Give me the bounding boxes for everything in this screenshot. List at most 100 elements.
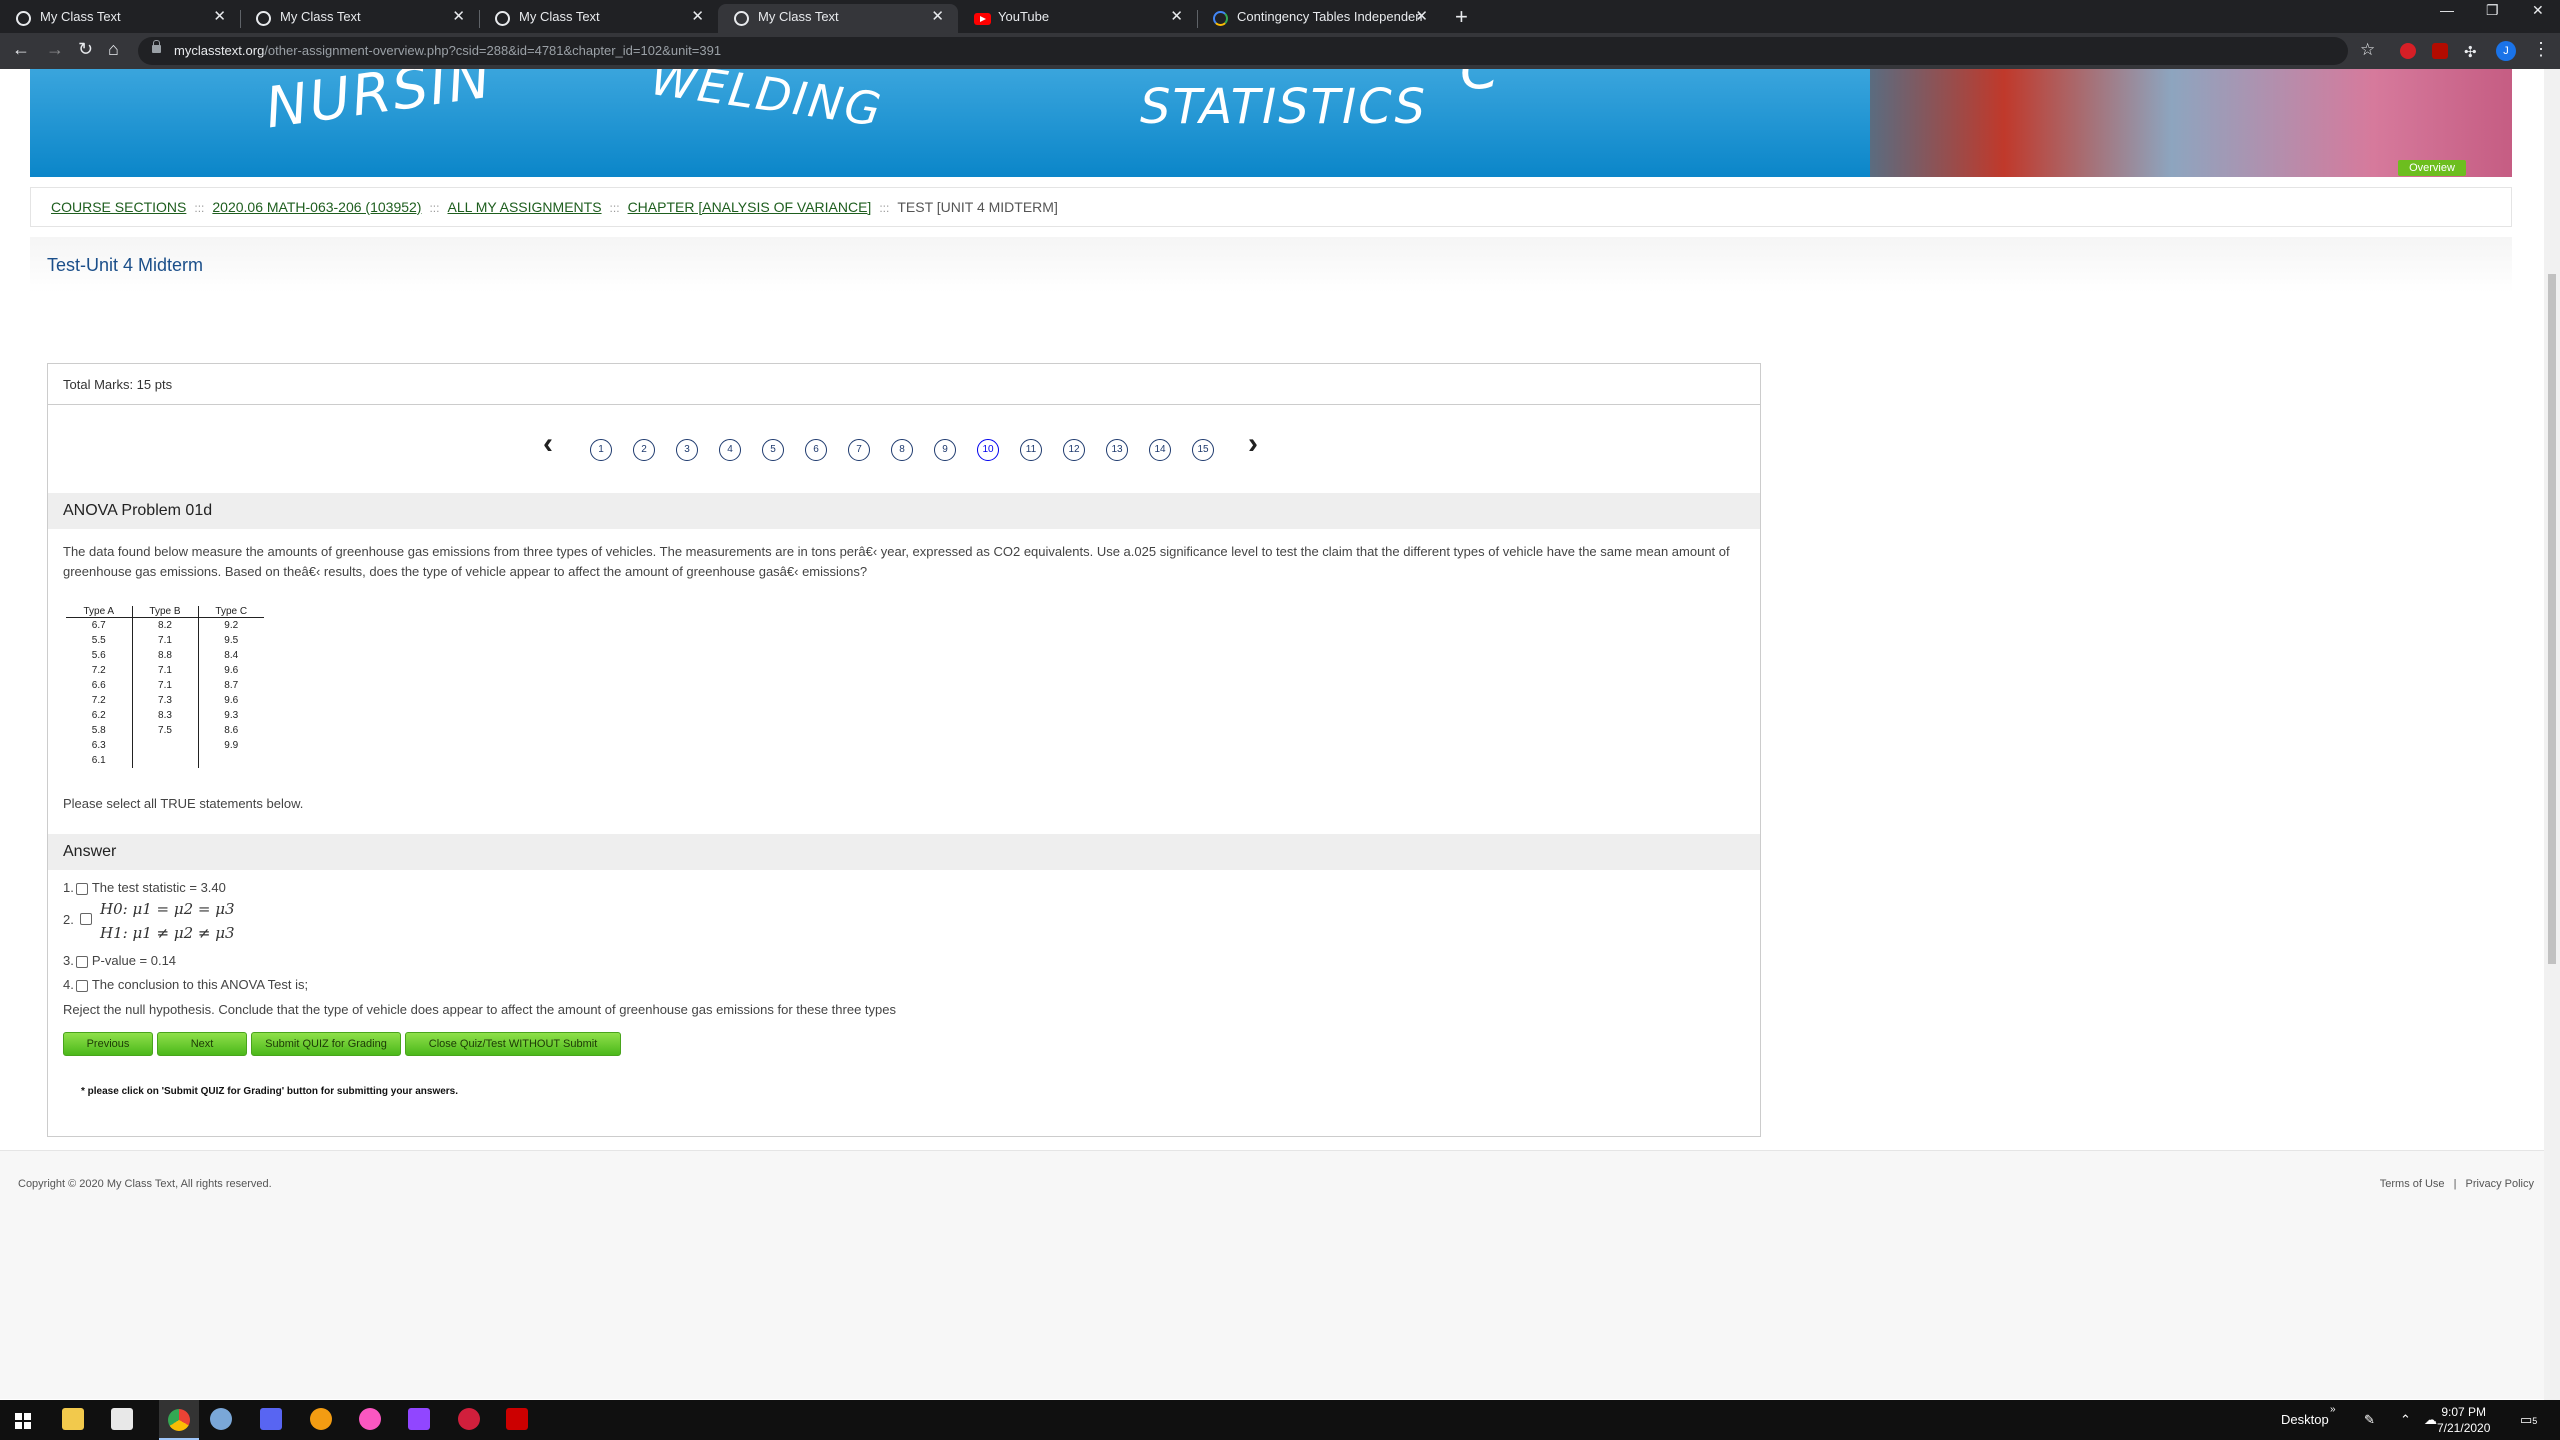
address-bar[interactable]: myclasstext.org/other-assignment-overvie… <box>138 37 2348 65</box>
breadcrumb-link[interactable]: 2020.06 MATH-063-206 (103952) <box>212 199 421 215</box>
table-cell: 6.2 <box>91 710 106 721</box>
close-icon[interactable]: ✕ <box>1170 4 1183 29</box>
submit-quiz-button[interactable]: Submit QUIZ for Grading <box>251 1032 401 1056</box>
question-number[interactable]: 7 <box>848 439 870 461</box>
browser-tab[interactable]: My Class Text ✕ <box>479 4 718 33</box>
scrollbar-thumb[interactable] <box>2548 274 2556 964</box>
option-checkbox[interactable] <box>75 882 88 895</box>
previous-button[interactable]: Previous <box>63 1032 153 1056</box>
puzzle-icon[interactable]: ✣ <box>2464 43 2480 61</box>
question-number[interactable]: 3 <box>676 439 698 461</box>
option-checkbox[interactable] <box>75 955 88 968</box>
browser-tab[interactable]: My Class Text ✕ <box>240 4 479 33</box>
bookmark-star-icon[interactable]: ☆ <box>2360 40 2375 60</box>
overview-button[interactable]: Overview <box>2398 160 2466 176</box>
app-icon[interactable] <box>506 1408 528 1430</box>
page-icon <box>16 11 31 26</box>
answer-option: 4. The conclusion to this ANOVA Test is; <box>63 977 309 992</box>
breadcrumb-link[interactable]: CHAPTER [ANALYSIS OF VARIANCE] <box>628 199 872 215</box>
page-title: Test-Unit 4 Midterm <box>47 255 204 275</box>
app-icon[interactable] <box>458 1408 480 1430</box>
url-text: myclasstext.org/other-assignment-overvie… <box>174 43 722 58</box>
new-tab-icon[interactable]: + <box>1455 4 1468 29</box>
null-hypothesis: H0: μ1 = μ2 = μ3 <box>100 900 235 918</box>
browser-tab[interactable]: YouTube ✕ <box>958 4 1197 33</box>
column-header: Type A <box>66 606 132 618</box>
minimize-icon[interactable]: — <box>2440 2 2454 18</box>
browser-tab[interactable]: Contingency Tables Independen ✕ <box>1197 4 1442 33</box>
windows-start-icon[interactable] <box>15 1413 31 1429</box>
reload-icon[interactable]: ↻ <box>78 39 93 60</box>
table-row: 6.3 9.9 <box>66 738 264 753</box>
close-icon[interactable]: ✕ <box>931 4 944 29</box>
close-icon[interactable]: ✕ <box>1415 4 1428 29</box>
chevron-up-icon[interactable]: ⌃ <box>2400 1412 2411 1428</box>
browser-tab[interactable]: My Class Text ✕ <box>0 4 240 33</box>
question-number[interactable]: 14 <box>1149 439 1171 461</box>
chevron-left-icon[interactable]: ‹ <box>543 427 553 461</box>
option-checkbox[interactable] <box>75 979 88 992</box>
instruction-text: Please select all TRUE statements below. <box>63 796 304 811</box>
back-icon[interactable]: ← <box>12 39 30 60</box>
extension-icon[interactable] <box>2400 43 2416 59</box>
question-number-current[interactable]: 10 <box>977 439 999 461</box>
question-number[interactable]: 2 <box>633 439 655 461</box>
more-menu-icon[interactable]: ⋮ <box>2532 39 2550 60</box>
chevron-right-icon[interactable]: › <box>1248 427 1258 461</box>
question-number[interactable]: 11 <box>1020 439 1042 461</box>
chevron-icon[interactable]: » <box>2330 1404 2336 1415</box>
answer-option: 1. The test statistic = 3.40 <box>63 880 226 895</box>
table-row: 7.2 7.1 9.6 <box>66 663 264 678</box>
terms-link[interactable]: Terms of Use <box>2380 1178 2445 1190</box>
twitch-icon[interactable] <box>408 1408 430 1430</box>
store-icon[interactable] <box>111 1408 133 1430</box>
privacy-link[interactable]: Privacy Policy <box>2466 1178 2534 1190</box>
table-cell: 7.5 <box>131 723 198 738</box>
forward-icon[interactable]: → <box>46 39 64 60</box>
question-number[interactable]: 12 <box>1063 439 1085 461</box>
taskbar-item-active[interactable] <box>159 1400 199 1440</box>
network-icon[interactable]: ☁ <box>2424 1412 2437 1428</box>
breadcrumb-link[interactable]: COURSE SECTIONS <box>51 199 186 215</box>
question-number[interactable]: 8 <box>891 439 913 461</box>
avatar[interactable]: J <box>2496 41 2516 61</box>
close-icon[interactable]: ✕ <box>452 4 465 29</box>
discord-icon[interactable] <box>260 1408 282 1430</box>
app-icon[interactable] <box>210 1408 232 1430</box>
page-scrollbar[interactable] <box>2544 69 2560 1400</box>
question-number[interactable]: 15 <box>1192 439 1214 461</box>
table-cell: 6.3 <box>91 740 106 751</box>
option-checkbox[interactable] <box>80 913 92 925</box>
question-number[interactable]: 9 <box>934 439 956 461</box>
question-number[interactable]: 6 <box>805 439 827 461</box>
home-icon[interactable]: ⌂ <box>108 39 119 60</box>
table-cell: 8.4 <box>197 648 264 663</box>
pdf-extension-icon[interactable] <box>2432 43 2448 59</box>
desktop-toolbar-label[interactable]: Desktop <box>2281 1412 2329 1427</box>
breadcrumb-current: TEST [UNIT 4 MIDTERM] <box>897 199 1058 215</box>
close-icon[interactable]: ✕ <box>213 4 226 29</box>
file-explorer-icon[interactable] <box>62 1408 84 1430</box>
tab-title: YouTube <box>998 9 1050 24</box>
restore-icon[interactable]: ❐ <box>2486 2 2499 19</box>
question-number[interactable]: 1 <box>590 439 612 461</box>
browser-tab-active[interactable]: My Class Text ✕ <box>718 4 958 33</box>
table-row: 5.6 8.8 8.4 <box>66 648 264 663</box>
question-number[interactable]: 4 <box>719 439 741 461</box>
music-icon[interactable] <box>359 1408 381 1430</box>
question-number[interactable]: 13 <box>1106 439 1128 461</box>
app-icon[interactable] <box>310 1408 332 1430</box>
question-number[interactable]: 5 <box>762 439 784 461</box>
conclusion-text: Reject the null hypothesis. Conclude tha… <box>63 1002 896 1017</box>
clock[interactable]: 9:07 PM 7/21/2020 <box>2437 1404 2490 1436</box>
window-close-icon[interactable]: ✕ <box>2532 2 2544 19</box>
close-quiz-button[interactable]: Close Quiz/Test WITHOUT Submit <box>405 1032 621 1056</box>
breadcrumb-link[interactable]: ALL MY ASSIGNMENTS <box>447 199 601 215</box>
pen-icon[interactable]: ✎ <box>2364 1412 2375 1428</box>
notification-icon[interactable]: ▭5 <box>2520 1412 2537 1428</box>
close-icon[interactable]: ✕ <box>691 4 704 29</box>
tab-title: Contingency Tables Independen <box>1237 9 1423 24</box>
table-cell: 7.2 <box>91 665 106 676</box>
next-button[interactable]: Next <box>157 1032 247 1056</box>
breadcrumb: COURSE SECTIONS::: 2020.06 MATH-063-206 (… <box>30 187 2512 227</box>
